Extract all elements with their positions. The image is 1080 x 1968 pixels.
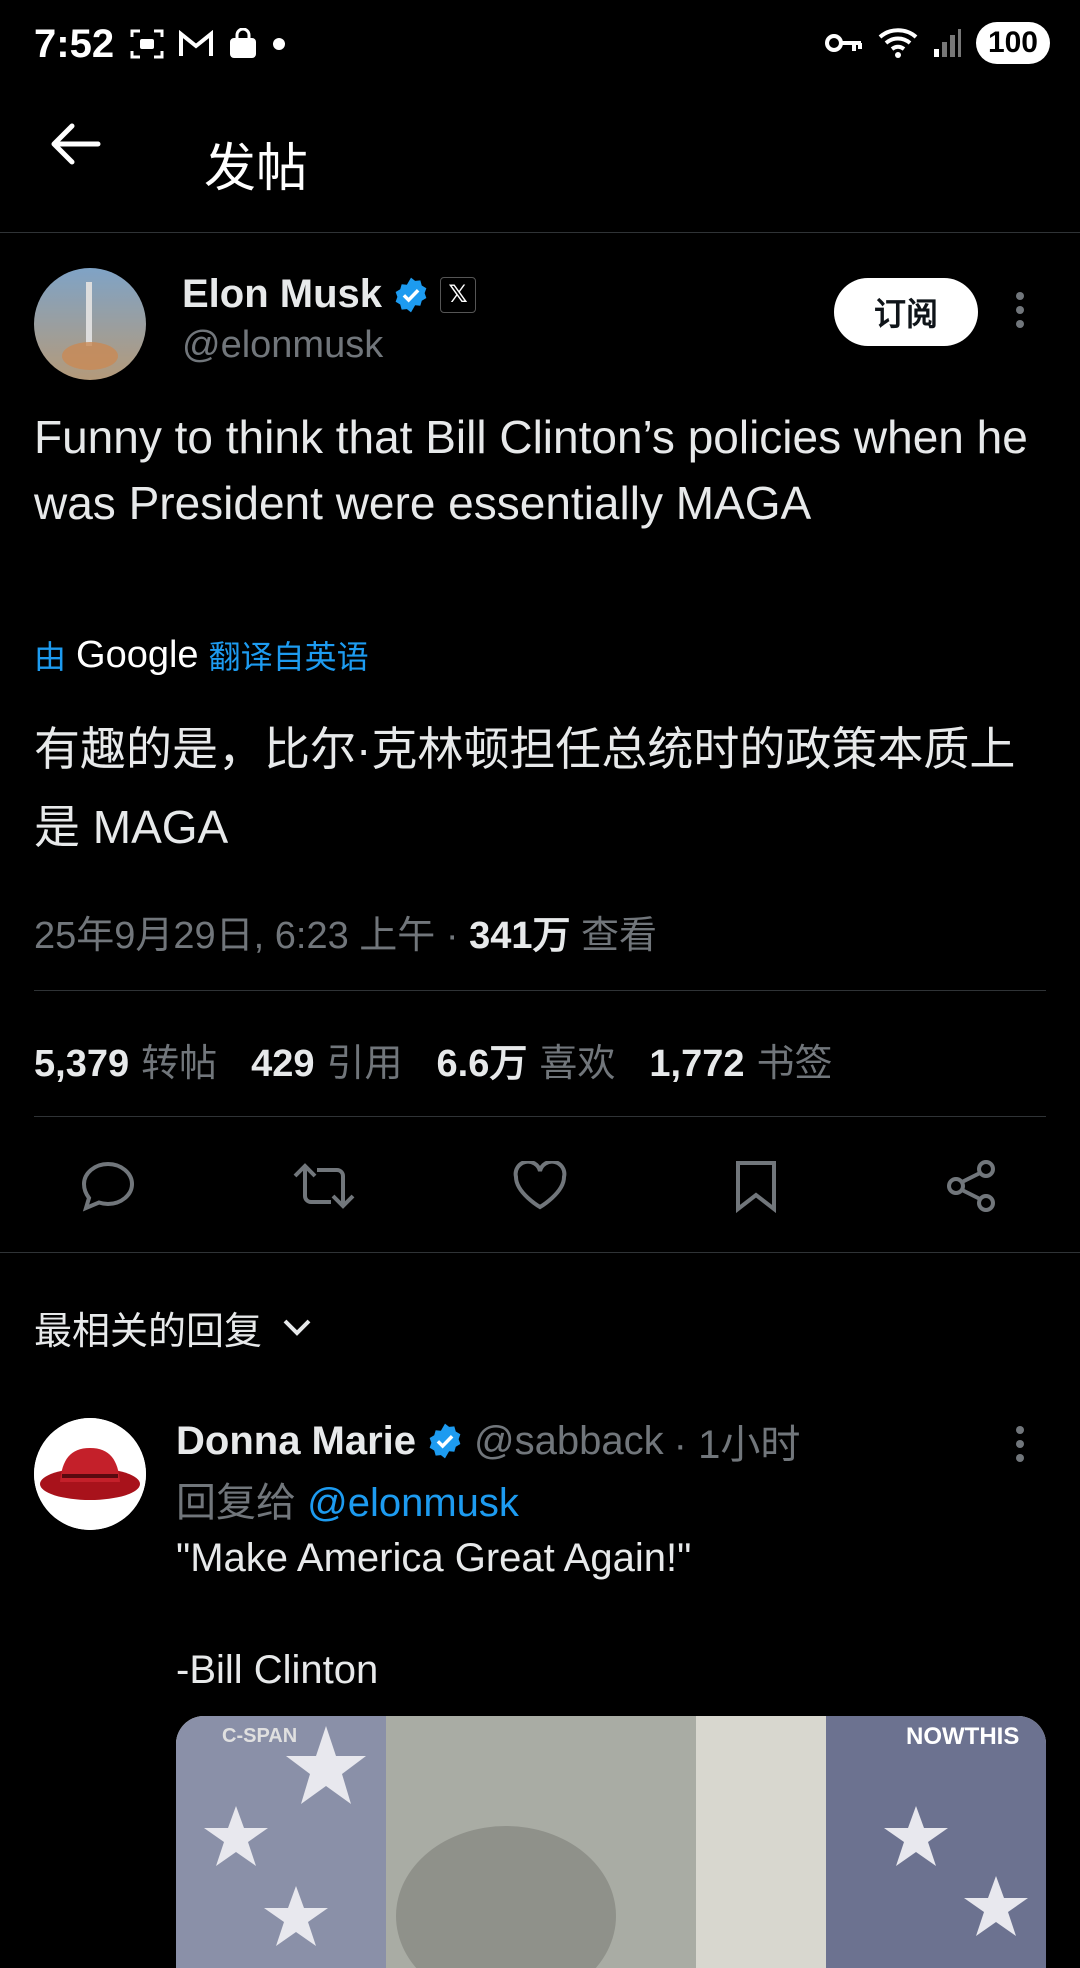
translation-attribution[interactable]: 由 Google 翻译自英语 — [34, 632, 369, 678]
shopping-bag-icon — [230, 28, 256, 58]
dot-icon — [273, 38, 285, 50]
reply-button[interactable] — [72, 1150, 144, 1222]
translated-text: 有趣的是，比尔·克林顿担任总统时的政策本质上是 MAGA — [34, 723, 1016, 853]
reply-avatar[interactable] — [34, 1418, 146, 1530]
back-button[interactable] — [48, 122, 102, 171]
tweet-text: Funny to think that Bill Clinton’s polic… — [34, 411, 1028, 529]
media-watermark-right: NOWTHIS — [906, 1723, 1019, 1750]
reply-video-thumbnail[interactable]: C-SPAN NOWTHIS — [176, 1716, 1046, 1968]
reply-author-handle: @sabback — [474, 1418, 664, 1463]
more-options-button[interactable] — [1014, 290, 1026, 335]
translate-suffix: 翻译自英语 — [208, 639, 369, 675]
stat-bookmarks[interactable]: 1,772 书签 — [649, 1032, 832, 1087]
key-icon — [824, 34, 862, 52]
stat-quotes[interactable]: 429 引用 — [251, 1032, 402, 1087]
wifi-icon — [878, 28, 918, 58]
x-affiliate-badge-icon: 𝕏 — [440, 276, 477, 313]
bookmark-button[interactable] — [720, 1150, 792, 1222]
engagement-stats: 5,379 转帖 429 引用 6.6万 喜欢 1,772 书签 — [34, 1032, 832, 1087]
stats-divider — [34, 1116, 1046, 1117]
reply-icon — [81, 1161, 135, 1212]
google-logo: Google — [76, 633, 199, 676]
meta-divider — [34, 990, 1046, 991]
reply-to-prefix: 回复给 — [176, 1481, 296, 1525]
reply-text: "Make America Great Again!" -Bill Clinto… — [176, 1536, 692, 1692]
gmail-icon — [179, 30, 213, 56]
reply-to-line: 回复给 @elonmusk — [176, 1470, 519, 1528]
subscribe-button[interactable]: 订阅 — [834, 278, 978, 346]
chevron-down-icon — [283, 1319, 311, 1336]
share-button[interactable] — [936, 1150, 1008, 1222]
author-handle[interactable]: @elonmusk — [182, 324, 383, 367]
tweet-timestamp[interactable]: 25年9月29日, 6:23 上午 · — [34, 915, 469, 957]
media-watermark-left: C-SPAN — [222, 1725, 297, 1747]
reply-to-mention[interactable]: @elonmusk — [307, 1481, 519, 1525]
reply-more-options-button[interactable] — [1014, 1424, 1026, 1469]
repost-button[interactable] — [288, 1150, 360, 1222]
page-title: 发帖 — [204, 140, 309, 198]
views-label: 查看 — [570, 915, 658, 957]
verified-badge-icon — [429, 1423, 461, 1459]
translate-prefix: 由 — [34, 639, 67, 675]
signal-icon — [933, 29, 961, 57]
arrow-left-icon — [51, 123, 101, 165]
stat-likes[interactable]: 6.6万 喜欢 — [437, 1032, 616, 1087]
status-icons-right: 100 — [824, 22, 1050, 64]
repost-icon — [293, 1163, 355, 1209]
header-divider — [0, 232, 1080, 233]
reply-author-name: Donna Marie — [176, 1418, 417, 1463]
tweet-meta: 25年9月29日, 6:23 上午 · 341万 查看 — [34, 904, 657, 959]
replies-sort-label: 最相关的回复 — [34, 1311, 263, 1353]
status-time: 7:52 — [34, 22, 115, 66]
verified-badge-icon — [395, 277, 427, 312]
share-icon — [947, 1160, 995, 1212]
reply-author[interactable]: Donna Marie @sabback · 1小时 — [176, 1412, 800, 1470]
screenshot-icon — [130, 29, 164, 59]
more-vertical-icon — [1016, 292, 1024, 328]
like-button[interactable] — [504, 1150, 576, 1222]
status-icons-left — [130, 28, 286, 60]
battery-indicator: 100 — [975, 22, 1050, 64]
author-avatar[interactable] — [34, 268, 146, 380]
bookmark-icon — [736, 1161, 776, 1213]
author-name-text: Elon Musk — [182, 272, 383, 316]
reply-time: · 1小时 — [673, 1423, 801, 1467]
actions-divider — [0, 1252, 1080, 1253]
more-vertical-icon — [1016, 1426, 1024, 1462]
stat-reposts[interactable]: 5,379 转帖 — [34, 1032, 217, 1087]
views-count: 341万 — [469, 915, 571, 957]
author-name[interactable]: Elon Musk 𝕏 — [182, 272, 477, 317]
action-bar — [0, 1150, 1080, 1222]
heart-icon — [513, 1161, 567, 1210]
replies-sort-dropdown[interactable]: 最相关的回复 — [34, 1300, 312, 1355]
